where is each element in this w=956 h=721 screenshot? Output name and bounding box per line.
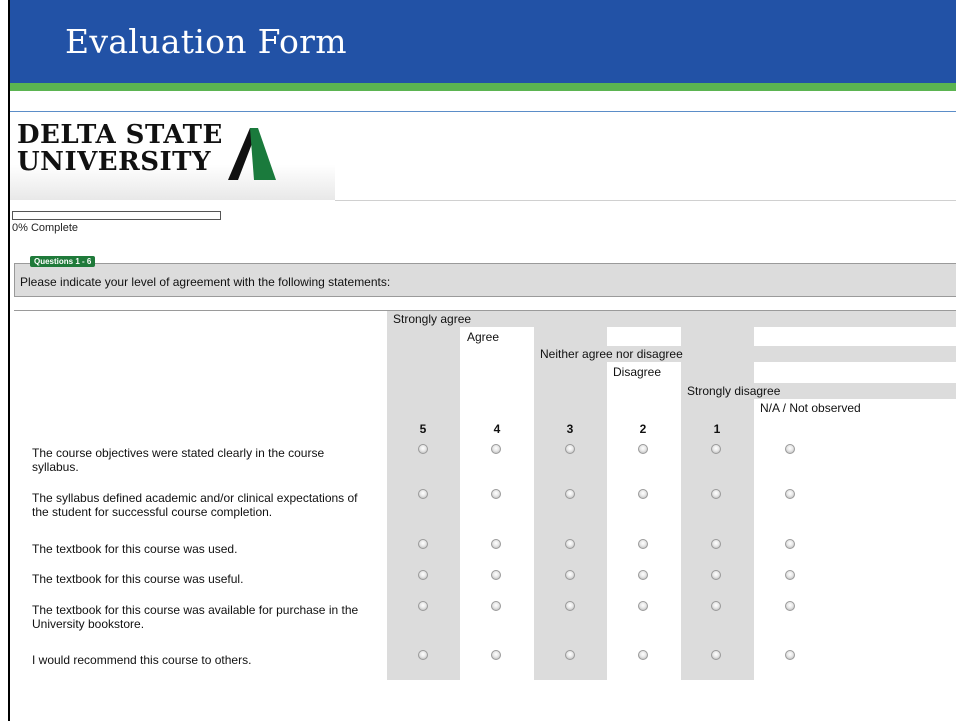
radio-q6-na[interactable] [785,650,795,660]
radio-q5-1[interactable] [711,601,721,611]
logo-triangle-icon [228,128,276,180]
question-section-header: Please indicate your level of agreement … [14,263,956,297]
radio-q2-3[interactable] [565,489,575,499]
divider [335,200,956,201]
question-text-6: I would recommend this course to others. [32,653,252,667]
radio-q6-2[interactable] [638,650,648,660]
radio-q4-5[interactable] [418,570,428,580]
radio-q4-3[interactable] [565,570,575,580]
radio-q4-na[interactable] [785,570,795,580]
radio-q3-4[interactable] [491,539,501,549]
radio-q3-na[interactable] [785,539,795,549]
radio-q4-4[interactable] [491,570,501,580]
scale-label-disagree: Disagree [613,365,662,379]
left-border [8,0,10,721]
radio-q6-4[interactable] [491,650,501,660]
column-shade-3 [534,327,607,680]
radio-q4-1[interactable] [711,570,721,580]
radio-q6-1[interactable] [711,650,721,660]
radio-q6-5[interactable] [418,650,428,660]
scale-label-agree: Agree [467,330,500,344]
radio-q2-4[interactable] [491,489,501,499]
section-instruction: Please indicate your level of agreement … [20,275,391,289]
radio-q2-na[interactable] [785,489,795,499]
scale-value-5: 5 [419,422,427,436]
radio-q5-5[interactable] [418,601,428,611]
radio-q1-5[interactable] [418,444,428,454]
question-text-3: The textbook for this course was used. [32,542,238,556]
radio-q3-5[interactable] [418,539,428,549]
radio-q1-3[interactable] [565,444,575,454]
radio-q5-4[interactable] [491,601,501,611]
question-text-5: The textbook for this course was availab… [32,603,359,631]
scale-value-4: 4 [493,422,501,436]
radio-q3-1[interactable] [711,539,721,549]
radio-q1-na[interactable] [785,444,795,454]
scale-label-strongly-disagree: Strongly disagree [687,384,781,398]
university-logo: DELTA STATE UNIVERSITY [10,112,335,200]
scale-label-neither: Neither agree nor disagree [540,347,683,361]
radio-q5-2[interactable] [638,601,648,611]
radio-q6-3[interactable] [565,650,575,660]
question-text-2: The syllabus defined academic and/or cli… [32,491,358,519]
radio-q1-4[interactable] [491,444,501,454]
radio-q1-2[interactable] [638,444,648,454]
scale-value-1: 1 [713,422,721,436]
radio-q5-3[interactable] [565,601,575,611]
logo-line-1: DELTA STATE [17,120,223,150]
scale-label-na: N/A / Not observed [760,401,861,415]
radio-q3-3[interactable] [565,539,575,549]
radio-q2-1[interactable] [711,489,721,499]
question-text-1: The course objectives were stated clearl… [32,446,325,474]
radio-q2-5[interactable] [418,489,428,499]
radio-q3-2[interactable] [638,539,648,549]
column-shade-1 [681,327,754,680]
radio-q5-na[interactable] [785,601,795,611]
radio-q4-2[interactable] [638,570,648,580]
scale-value-3: 3 [566,422,574,436]
scale-label-strongly-agree: Strongly agree [393,312,472,326]
logo-line-2: UNIVERSITY [17,147,212,177]
accent-bar [10,83,956,91]
progress-bar [12,211,221,220]
header-band [387,311,956,327]
column-shade-5 [387,327,460,680]
radio-q1-1[interactable] [711,444,721,454]
page-title: Evaluation Form [65,22,347,61]
section-tag: Questions 1 - 6 [30,256,96,267]
logo-text: DELTA STATE UNIVERSITY [17,122,223,176]
title-bar: Evaluation Form [10,0,956,83]
question-text-4: The textbook for this course was useful. [32,572,244,586]
scale-value-2: 2 [639,422,647,436]
progress-label: 0% Complete [12,222,79,234]
radio-q2-2[interactable] [638,489,648,499]
